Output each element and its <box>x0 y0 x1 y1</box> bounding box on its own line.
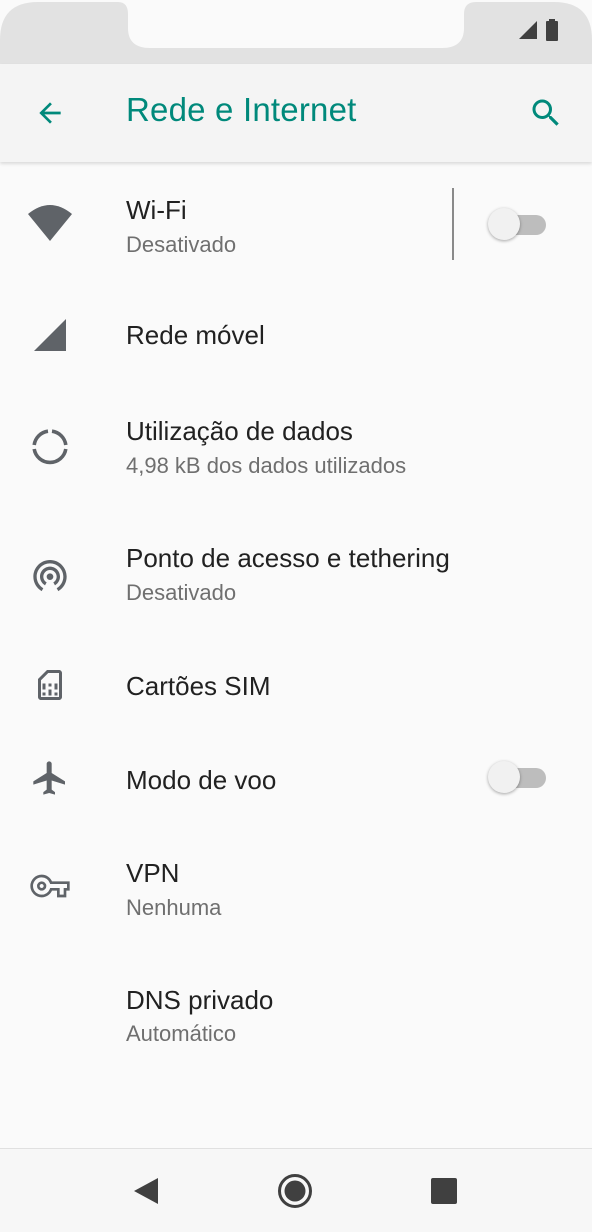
setting-item-private-dns[interactable]: DNS privado Automático <box>0 950 592 1076</box>
data-usage-title: Utilização de dados <box>126 416 353 446</box>
vpn-title: VPN <box>126 858 180 888</box>
hotspot-icon <box>24 549 76 601</box>
setting-item-sim-cards[interactable]: Cartões SIM <box>0 636 592 730</box>
wifi-toggle-thumb <box>488 208 520 240</box>
airplane-mode-title: Modo de voo <box>126 765 277 795</box>
display-notch <box>0 2 592 64</box>
airplane-icon <box>24 752 76 804</box>
mobile-network-title: Rede móvel <box>126 320 265 350</box>
status-bar <box>0 0 592 64</box>
nav-back-button[interactable] <box>118 1167 174 1215</box>
back-button[interactable] <box>22 89 78 137</box>
battery-icon <box>546 19 558 41</box>
wifi-icon <box>24 199 76 251</box>
setting-item-data-usage[interactable]: Utilização de dados 4,98 kB dos dados ut… <box>0 382 592 508</box>
app-bar: Rede e Internet <box>0 64 592 162</box>
wifi-title: Wi-Fi <box>126 195 187 225</box>
setting-item-hotspot[interactable]: Ponto de acesso e tethering Desativado <box>0 508 592 636</box>
wifi-toggle[interactable] <box>486 207 548 241</box>
mobile-signal-icon <box>24 309 76 361</box>
search-icon <box>532 99 559 126</box>
vpn-summary: Nenhuma <box>126 895 222 920</box>
hotspot-summary: Desativado <box>126 580 237 605</box>
data-usage-icon <box>24 421 76 473</box>
private-dns-title: DNS privado <box>126 985 274 1015</box>
setting-item-mobile-network[interactable]: Rede móvel <box>0 288 592 382</box>
wifi-summary: Desativado <box>126 232 237 257</box>
setting-item-airplane-mode[interactable]: Modo de voo <box>0 730 592 824</box>
page-title: Rede e Internet <box>126 91 357 128</box>
nav-home-button[interactable] <box>267 1167 323 1215</box>
airplane-mode-toggle[interactable] <box>486 760 548 794</box>
status-icons <box>518 19 558 41</box>
private-dns-summary: Automático <box>126 1021 237 1046</box>
sim-cards-title: Cartões SIM <box>126 671 271 701</box>
hotspot-title: Ponto de acesso e tethering <box>126 543 450 573</box>
nav-back-icon <box>134 1178 158 1204</box>
search-button[interactable] <box>518 89 574 137</box>
nav-recents-button[interactable] <box>416 1167 472 1215</box>
vpn-key-icon <box>24 860 76 912</box>
arrow-back-icon <box>39 102 61 124</box>
wifi-divider <box>452 188 454 260</box>
setting-item-wifi[interactable]: Wi-Fi Desativado <box>0 162 592 288</box>
nav-home-icon <box>278 1174 312 1208</box>
setting-item-vpn[interactable]: VPN Nenhuma <box>0 824 592 950</box>
signal-icon <box>519 21 537 39</box>
navigation-bar <box>0 1148 592 1232</box>
airplane-toggle-thumb <box>488 761 520 793</box>
sim-card-icon <box>24 659 76 711</box>
data-usage-summary: 4,98 kB dos dados utilizados <box>126 453 407 478</box>
nav-recents-icon <box>431 1178 457 1204</box>
